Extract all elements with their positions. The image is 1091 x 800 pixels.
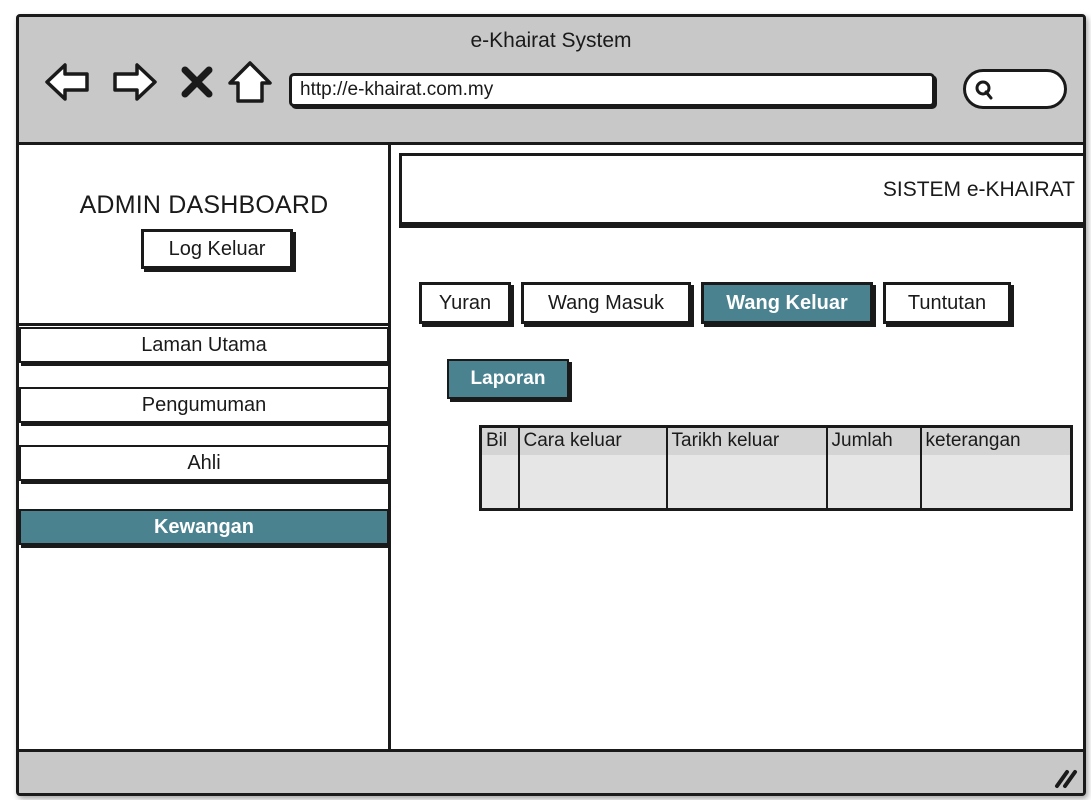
column-header-tarikh-keluar: Tarikh keluar [666,426,828,455]
sidebar-divider [19,323,389,326]
back-arrow-icon[interactable] [43,57,93,107]
wang-keluar-table: Bil Cara keluar Tarikh keluar Jumlah ket… [479,425,1073,511]
table-row [480,454,1072,510]
logout-button[interactable]: Log Keluar [141,229,293,269]
browser-toolbar: e-Khairat System http://e-khairat.com.my [19,17,1083,145]
table-cell [920,454,1072,510]
browser-window: e-Khairat System http://e-khairat.com.my… [16,14,1086,796]
address-bar[interactable]: http://e-khairat.com.my [289,73,935,107]
resize-grip-icon[interactable] [1051,766,1079,790]
system-title: SISTEM e-KHAIRAT [882,178,1075,201]
tab-tuntutan[interactable]: Tuntutan [883,282,1011,324]
sidebar-item-laman-utama[interactable]: Laman Utama [19,327,389,363]
admin-dashboard-title: ADMIN DASHBOARD [79,191,329,219]
search-field[interactable] [963,69,1067,109]
column-header-bil: Bil [480,426,520,455]
tab-wang-masuk[interactable]: Wang Masuk [521,282,691,324]
search-icon [975,80,993,100]
content-header: SISTEM e-KHAIRAT [399,153,1083,225]
home-icon[interactable] [225,57,275,107]
sidebar-item-ahli[interactable]: Ahli [19,445,389,481]
table-cell [826,454,922,510]
report-button[interactable]: Laporan [447,359,569,399]
table-cell [480,454,520,510]
sidebar-item-kewangan[interactable]: Kewangan [19,509,389,545]
column-header-jumlah: Jumlah [826,426,922,455]
tab-yuran[interactable]: Yuran [419,282,511,324]
table-cell [666,454,828,510]
table-header-row: Bil Cara keluar Tarikh keluar Jumlah ket… [480,426,1072,455]
forward-arrow-icon[interactable] [109,57,159,107]
sidebar-item-pengumuman[interactable]: Pengumuman [19,387,389,423]
column-header-cara-keluar: Cara keluar [518,426,668,455]
status-bar [19,749,1083,793]
tab-wang-keluar[interactable]: Wang Keluar [701,282,873,324]
close-icon[interactable] [177,57,217,107]
sidebar: ADMIN DASHBOARD Log Keluar Laman Utama P… [19,145,391,749]
window-title: e-Khairat System [470,29,632,52]
column-header-keterangan: keterangan [920,426,1072,455]
table-cell [518,454,668,510]
